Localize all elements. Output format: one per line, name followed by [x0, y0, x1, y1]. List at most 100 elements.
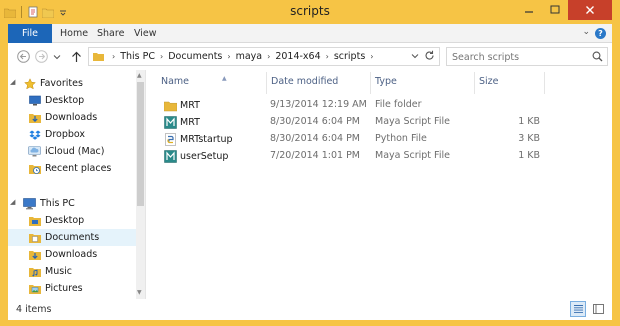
nav-item-icloud[interactable]: iCloud (Mac) [28, 143, 104, 160]
nav-item-pictures[interactable]: Pictures [28, 280, 83, 297]
chevron-right-icon[interactable]: › [367, 52, 376, 61]
search-input[interactable] [452, 50, 587, 64]
column-header-date[interactable]: Date modified [271, 76, 338, 87]
column-divider[interactable] [370, 72, 371, 94]
nav-item-this-pc-desktop[interactable]: Desktop [28, 212, 84, 229]
chevron-right-icon[interactable]: › [157, 52, 166, 61]
column-divider[interactable] [474, 72, 475, 94]
chevron-down-icon[interactable]: ◢ [10, 198, 15, 206]
chevron-right-icon[interactable]: › [264, 52, 273, 61]
nav-item-documents[interactable]: Documents [8, 229, 136, 246]
nav-item-recent-places[interactable]: Recent places [28, 160, 111, 177]
column-divider[interactable] [544, 72, 545, 94]
documents-folder-icon [28, 232, 41, 244]
help-icon[interactable]: ? [595, 28, 606, 39]
file-name: MRT [180, 100, 200, 111]
search-box[interactable] [446, 47, 608, 66]
navigation-pane: ◢ Favorites Desktop Downloads Dropbox iC… [8, 70, 145, 299]
nav-item-favorites[interactable]: ◢ Favorites [10, 75, 83, 92]
nav-item-dropbox[interactable]: Dropbox [28, 126, 85, 143]
column-divider[interactable] [266, 72, 267, 94]
file-date: 8/30/2014 6:04 PM [270, 133, 361, 144]
nav-item-this-pc[interactable]: ◢ This PC [10, 195, 75, 212]
music-folder-icon [28, 266, 41, 278]
chevron-right-icon[interactable]: › [109, 52, 118, 61]
forward-button[interactable] [34, 49, 49, 64]
minimize-button[interactable] [516, 0, 542, 20]
recent-locations-icon[interactable] [52, 49, 62, 64]
file-type: File folder [375, 99, 422, 110]
nav-item-label: This PC [40, 198, 75, 209]
breadcrumb-2014-x64[interactable]: 2014-x64 [273, 51, 322, 62]
chevron-right-icon[interactable]: › [323, 52, 332, 61]
column-header-name[interactable]: ▲ Name [161, 75, 227, 87]
nav-item-label: Downloads [45, 249, 98, 260]
chevron-down-icon[interactable]: ◢ [10, 78, 15, 86]
nav-item-label: Dropbox [45, 129, 86, 140]
file-row[interactable]: MRTstartup 8/30/2014 6:04 PM Python File… [154, 131, 594, 148]
breadcrumb-maya[interactable]: maya [234, 51, 265, 62]
up-button[interactable] [69, 49, 84, 64]
file-name: userSetup [180, 151, 229, 162]
nav-item-this-pc-downloads[interactable]: Downloads [28, 246, 97, 263]
computer-icon [23, 197, 36, 210]
search-icon[interactable] [592, 51, 603, 65]
nav-item-label: iCloud (Mac) [45, 146, 105, 157]
desktop-icon [28, 95, 41, 107]
back-button[interactable] [16, 49, 31, 64]
nav-item-label: Favorites [40, 78, 83, 89]
file-type: Python File [375, 133, 427, 144]
column-header-type[interactable]: Type [375, 76, 397, 87]
address-dropdown-icon[interactable] [411, 52, 419, 61]
refresh-icon[interactable] [424, 50, 435, 64]
python-file-icon [164, 133, 177, 146]
recent-places-icon [28, 163, 41, 175]
explorer-window: scripts File Home Share View ⌄ ? › This … [0, 0, 620, 326]
star-icon [23, 77, 36, 90]
expand-ribbon-icon[interactable]: ⌄ [582, 27, 590, 37]
file-date: 7/20/2014 1:01 PM [270, 150, 361, 161]
file-date: 8/30/2014 6:04 PM [270, 116, 361, 127]
address-bar[interactable]: › This PC › Documents › maya › 2014-x64 … [88, 47, 440, 66]
tab-view[interactable]: View [134, 24, 157, 43]
dropbox-icon [28, 129, 41, 141]
close-button[interactable] [568, 0, 612, 20]
breadcrumb-this-pc[interactable]: This PC [118, 51, 157, 62]
file-row[interactable]: userSetup 7/20/2014 1:01 PM Maya Script … [154, 148, 594, 165]
folder-icon [164, 99, 177, 112]
downloads-icon [28, 112, 41, 124]
breadcrumb-scripts[interactable]: scripts [332, 51, 367, 62]
nav-item-label: Pictures [45, 283, 83, 294]
column-header-size[interactable]: Size [479, 76, 499, 87]
file-name: MRTstartup [180, 134, 233, 145]
downloads-folder-icon [28, 249, 41, 261]
nav-scrollbar[interactable]: ▲ ▼ [136, 70, 145, 299]
window-controls [516, 0, 612, 20]
tab-file[interactable]: File [8, 24, 52, 43]
file-size: 1 KB [518, 116, 540, 127]
file-row[interactable]: MRT 8/30/2014 6:04 PM Maya Script File 1… [154, 114, 594, 131]
file-type: Maya Script File [375, 116, 450, 127]
maya-script-icon [164, 150, 177, 163]
scroll-down-icon[interactable]: ▼ [137, 289, 142, 296]
address-row: › This PC › Documents › maya › 2014-x64 … [8, 43, 612, 70]
tab-share[interactable]: Share [97, 24, 124, 43]
large-icons-view-button[interactable] [590, 301, 606, 317]
details-view-button[interactable] [570, 301, 586, 317]
nav-item-label: Music [45, 266, 73, 277]
maximize-button[interactable] [542, 0, 568, 20]
file-row[interactable]: MRT 9/13/2014 12:19 AM File folder [154, 97, 594, 114]
file-type: Maya Script File [375, 150, 450, 161]
breadcrumb-documents[interactable]: Documents [166, 51, 224, 62]
item-count: 4 items [16, 304, 52, 315]
scrollbar-thumb[interactable] [137, 82, 144, 206]
nav-item-desktop[interactable]: Desktop [28, 92, 84, 109]
desktop-folder-icon [28, 215, 41, 227]
nav-item-downloads[interactable]: Downloads [28, 109, 97, 126]
tab-home[interactable]: Home [60, 24, 88, 43]
nav-item-label: Downloads [45, 112, 98, 123]
scroll-up-icon[interactable]: ▲ [137, 72, 142, 79]
nav-item-music[interactable]: Music [28, 263, 72, 280]
chevron-right-icon[interactable]: › [224, 52, 233, 61]
file-size: 3 KB [518, 133, 540, 144]
